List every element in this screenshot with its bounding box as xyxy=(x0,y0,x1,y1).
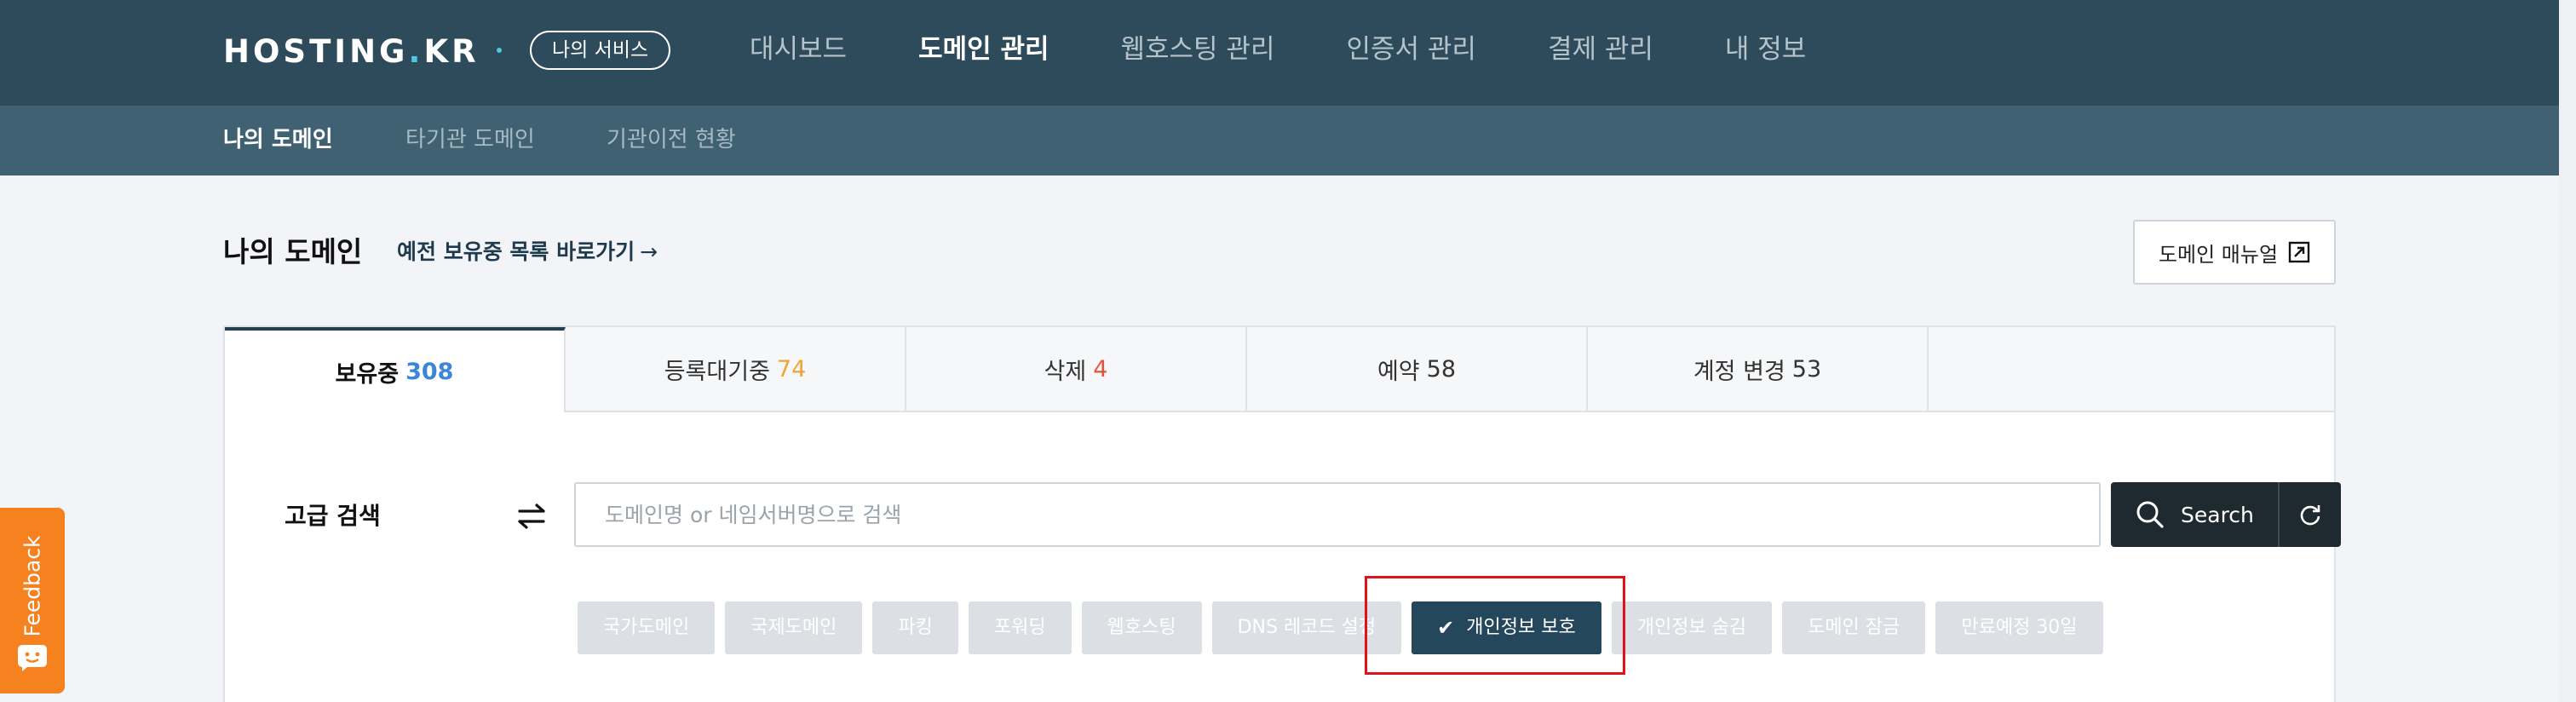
scrollbar[interactable] xyxy=(2559,0,2576,702)
external-link-icon xyxy=(2288,241,2310,263)
tab-account-change[interactable]: 계정 변경 53 xyxy=(1588,327,1929,412)
highlight-box xyxy=(1365,576,1625,675)
nav-dashboard[interactable]: 대시보드 xyxy=(750,26,847,73)
my-service-button[interactable]: 나의 서비스 xyxy=(530,31,671,70)
old-list-link[interactable]: 예전 보유중 목록 바로가기 → xyxy=(397,237,658,268)
subnav-transfer-status[interactable]: 기관이전 현황 xyxy=(607,123,736,157)
feedback-tab[interactable]: Feedback xyxy=(0,508,65,693)
nav-my-info[interactable]: 내 정보 xyxy=(1725,26,1806,73)
filter-domain-lock[interactable]: 도메인 잠금 xyxy=(1782,601,1926,654)
filter-country-domain[interactable]: 국가도메인 xyxy=(578,601,716,654)
advanced-search-label: 고급 검색 xyxy=(285,502,381,530)
arrow-right-icon: → xyxy=(640,239,658,264)
subnav-my-domains[interactable]: 나의 도메인 xyxy=(223,123,333,157)
logo-separator-dot xyxy=(497,48,502,53)
tab-count: 58 xyxy=(1426,355,1457,383)
tab-pending-registration[interactable]: 등록대기중 74 xyxy=(566,327,906,412)
nav-domain-management[interactable]: 도메인 관리 xyxy=(918,26,1049,73)
tab-count: 4 xyxy=(1093,355,1108,383)
tab-count: 308 xyxy=(405,358,454,385)
search-button[interactable]: Search xyxy=(2111,482,2278,547)
subnav-other-registrar-domains[interactable]: 타기관 도메인 xyxy=(405,123,535,157)
nav-webhosting-management[interactable]: 웹호스팅 관리 xyxy=(1121,26,1275,73)
filter-parking[interactable]: 파킹 xyxy=(872,601,958,654)
feedback-label: Feedback xyxy=(20,535,45,637)
nav-certificate-management[interactable]: 인증서 관리 xyxy=(1346,26,1475,73)
nav-payment-management[interactable]: 결제 관리 xyxy=(1548,26,1653,73)
swap-icon[interactable] xyxy=(515,499,549,533)
reset-button[interactable] xyxy=(2278,482,2341,547)
filter-webhosting[interactable]: 웹호스팅 xyxy=(1081,601,1202,654)
filter-chips: 국가도메인 국제도메인 파킹 포워딩 웹호스팅 DNS 레코드 설정 ✔ 개인정… xyxy=(578,601,2113,654)
tab-reserved[interactable]: 예약 58 xyxy=(1247,327,1588,412)
domain-manual-button[interactable]: 도메인 매뉴얼 xyxy=(2133,220,2336,285)
sub-navigation: 나의 도메인 타기관 도메인 기관이전 현황 xyxy=(0,106,2559,176)
tab-deleted[interactable]: 삭제 4 xyxy=(906,327,1247,412)
tab-count: 74 xyxy=(776,355,807,383)
status-tabs: 보유중 308 등록대기중 74 삭제 4 예약 58 계정 변경 53 xyxy=(225,327,2334,412)
search-input[interactable] xyxy=(574,482,2101,547)
filter-expiring-30-days[interactable]: 만료예정 30일 xyxy=(1935,601,2103,654)
tab-count: 53 xyxy=(1791,355,1822,383)
filter-privacy-hidden[interactable]: 개인정보 숨김 xyxy=(1611,601,1773,654)
tab-filler xyxy=(1929,327,2334,412)
chat-face-icon xyxy=(18,645,47,671)
page-title: 나의 도메인 xyxy=(223,235,363,268)
main-nav: 대시보드 도메인 관리 웹호스팅 관리 인증서 관리 결제 관리 내 정보 xyxy=(750,26,1877,73)
domain-panel: 보유중308 등록대기중74 삭제4 예약58 계정 변경53 고급 검색 Se… xyxy=(223,325,2341,702)
search-icon xyxy=(2136,501,2164,528)
filter-forwarding[interactable]: 포워딩 xyxy=(968,601,1072,654)
filter-international-domain[interactable]: 국제도메인 xyxy=(725,601,863,654)
hosting-kr-logo[interactable]: HOSTING.KR xyxy=(223,32,480,72)
top-navigation: HOSTING.KR 나의 서비스 대시보드 도메인 관리 웹호스팅 관리 인증… xyxy=(0,0,2559,106)
refresh-icon xyxy=(2300,505,2320,526)
tab-holding[interactable]: 보유중 308 xyxy=(225,327,566,412)
